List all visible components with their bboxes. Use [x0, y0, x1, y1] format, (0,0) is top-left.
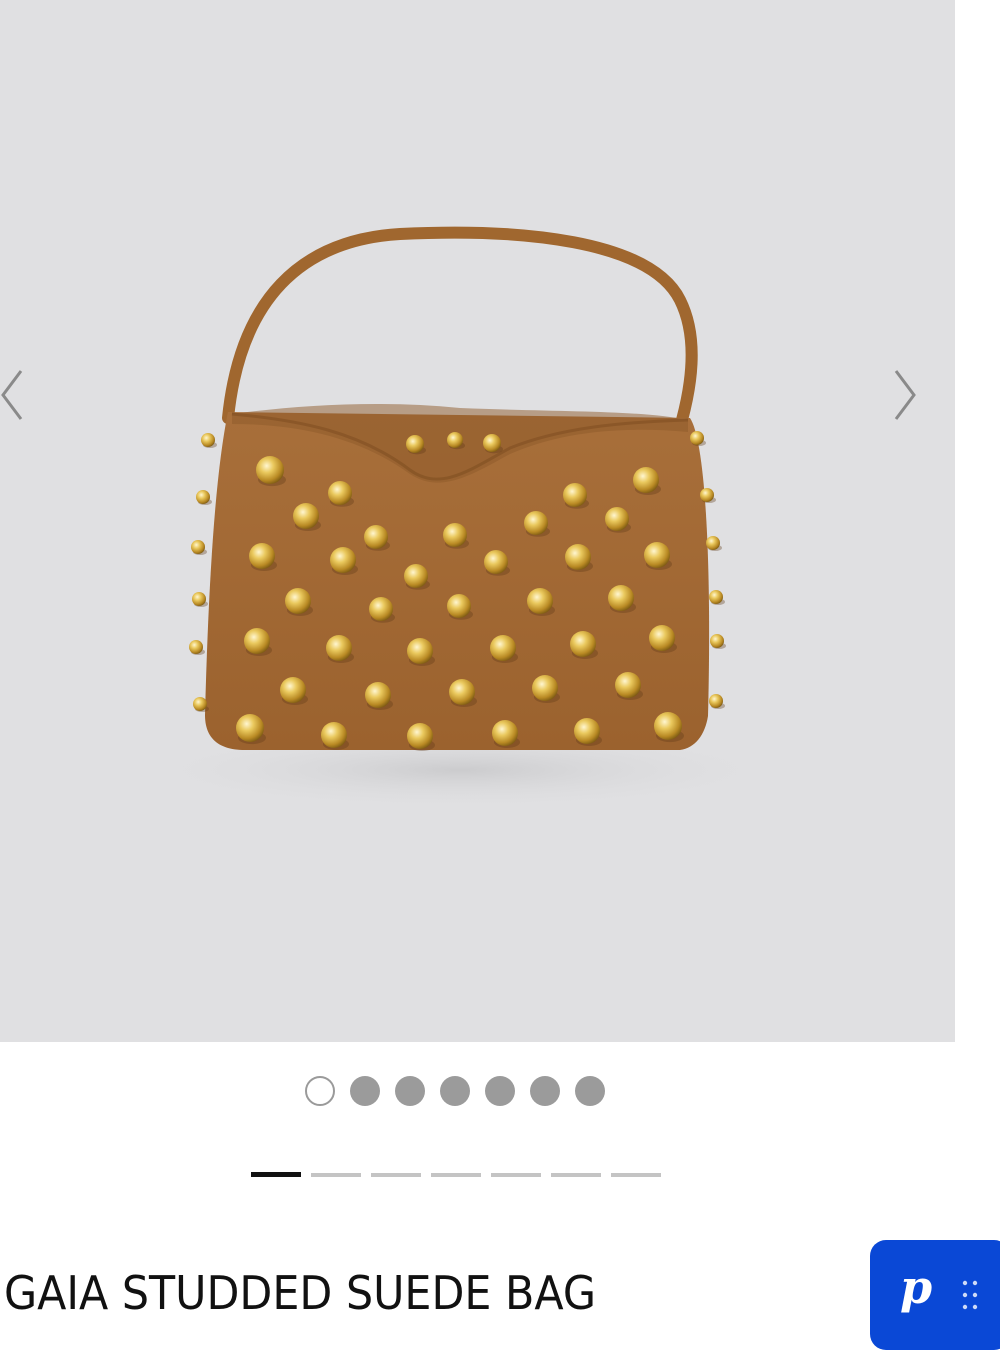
- product-image-gallery[interactable]: [0, 0, 955, 1042]
- stud: [406, 435, 424, 453]
- stud: [483, 434, 501, 452]
- stud: [492, 720, 518, 746]
- stud: [189, 640, 203, 654]
- stud: [605, 507, 629, 531]
- stud: [407, 638, 433, 664]
- gallery-prev-button[interactable]: [0, 355, 32, 435]
- gallery-dot-4[interactable]: [440, 1076, 470, 1106]
- gallery-dot-6[interactable]: [530, 1076, 560, 1106]
- product-image-bag: [130, 226, 790, 810]
- gallery-dot-2[interactable]: [350, 1076, 380, 1106]
- gallery-dot-indicators: [305, 1076, 605, 1106]
- gallery-bar-1[interactable]: [251, 1172, 301, 1177]
- stud: [193, 697, 207, 711]
- stud: [326, 635, 352, 661]
- drag-grip-icon[interactable]: [960, 1278, 980, 1312]
- stud: [654, 712, 682, 740]
- stud: [364, 525, 388, 549]
- stud: [407, 723, 433, 749]
- stud: [608, 585, 634, 611]
- chevron-left-icon: [1, 370, 23, 420]
- stud: [293, 503, 319, 529]
- widget-logo: p: [900, 1260, 933, 1314]
- stud: [615, 672, 641, 698]
- gallery-bar-6[interactable]: [551, 1172, 601, 1177]
- stud: [196, 490, 210, 504]
- gallery-dot-5[interactable]: [485, 1076, 515, 1106]
- stud: [449, 679, 475, 705]
- stud: [527, 588, 553, 614]
- stud: [710, 634, 724, 648]
- stud: [563, 483, 587, 507]
- stud: [484, 550, 508, 574]
- stud: [192, 592, 206, 606]
- chevron-right-icon: [894, 370, 916, 420]
- stud: [236, 714, 264, 742]
- stud: [201, 433, 215, 447]
- stud: [690, 431, 704, 445]
- gallery-dot-7[interactable]: [575, 1076, 605, 1106]
- stud: [244, 628, 270, 654]
- stud: [285, 588, 311, 614]
- stud: [249, 543, 275, 569]
- stud: [706, 536, 720, 550]
- stud: [644, 542, 670, 568]
- stud: [321, 722, 347, 748]
- gallery-next-button[interactable]: [885, 355, 925, 435]
- stud: [280, 677, 306, 703]
- stud: [524, 511, 548, 535]
- gallery-bar-4[interactable]: [431, 1172, 481, 1177]
- gallery-bar-2[interactable]: [311, 1172, 361, 1177]
- stud: [330, 547, 356, 573]
- stud: [490, 635, 516, 661]
- stud: [649, 625, 675, 651]
- stud: [633, 467, 659, 493]
- gallery-bar-7[interactable]: [611, 1172, 661, 1177]
- stud: [191, 540, 205, 554]
- stud: [570, 631, 596, 657]
- gallery-dot-1[interactable]: [305, 1076, 335, 1106]
- stud: [709, 590, 723, 604]
- gallery-dot-3[interactable]: [395, 1076, 425, 1106]
- chat-widget-button[interactable]: p: [870, 1240, 1000, 1350]
- stud: [565, 544, 591, 570]
- stud: [443, 523, 467, 547]
- stud: [369, 597, 393, 621]
- page-margin: [955, 0, 1000, 1042]
- gallery-bar-5[interactable]: [491, 1172, 541, 1177]
- stud: [709, 694, 723, 708]
- stud: [328, 481, 352, 505]
- gallery-progress-bars: [251, 1172, 661, 1177]
- stud: [404, 564, 428, 588]
- gallery-bar-3[interactable]: [371, 1172, 421, 1177]
- stud: [574, 718, 600, 744]
- stud: [447, 432, 463, 448]
- stud: [447, 594, 471, 618]
- stud: [256, 456, 284, 484]
- stud: [532, 675, 558, 701]
- product-title: GAIA STUDDED SUEDE BAG: [4, 1266, 597, 1320]
- stud: [700, 488, 714, 502]
- stud: [365, 682, 391, 708]
